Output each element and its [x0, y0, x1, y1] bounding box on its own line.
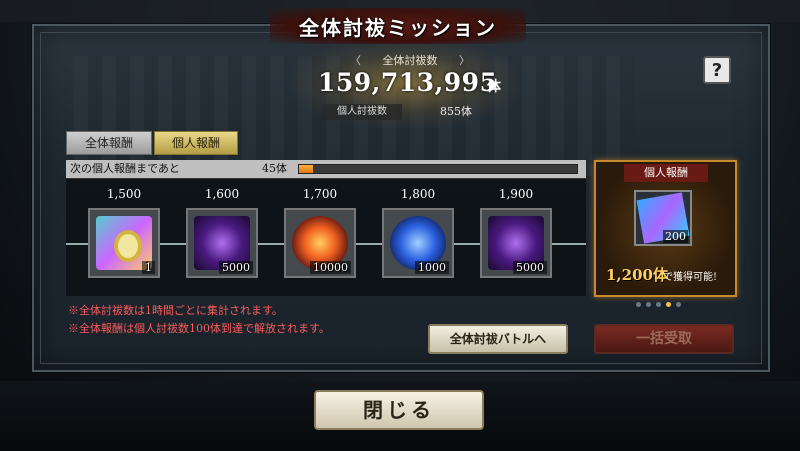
side-reward-count: 1,200体 — [606, 266, 668, 284]
progress-remaining: 45体 — [262, 162, 287, 175]
personal-count-value: 855体 — [440, 105, 472, 118]
total-count-value: 159,713,995 — [318, 68, 498, 97]
reward-qty: 1 — [142, 261, 155, 274]
pagination-dot[interactable] — [636, 302, 641, 307]
pagination-dots — [636, 302, 681, 307]
personal-count-label: 個人討祓数 — [322, 104, 402, 120]
reward-item[interactable]: 1000 — [382, 208, 454, 278]
reward-item[interactable]: 5000 — [480, 208, 552, 278]
total-count-unit: 体 — [487, 79, 501, 95]
side-reward-qty: 200 — [663, 230, 688, 243]
reward-threshold: 1,500 — [106, 187, 142, 201]
note-aggregation: ※全体討祓数は1時間ごとに集計されます。 — [68, 304, 283, 317]
side-reward-suffix: で獲得可能! — [663, 272, 718, 283]
reward-threshold: 1,700 — [302, 187, 338, 201]
reward-item[interactable]: 5000 — [186, 208, 258, 278]
go-to-battle-button[interactable]: 全体討祓バトルへ — [428, 324, 568, 354]
reward-qty: 5000 — [219, 261, 253, 274]
pagination-dot[interactable] — [666, 302, 671, 307]
title-banner: 全体討⁠祓ミッション — [270, 8, 526, 44]
total-count-label: 全体討祓数 — [350, 52, 470, 68]
page-title: 全体討⁠祓ミッション — [299, 15, 497, 40]
close-button[interactable]: 閉じる — [314, 390, 484, 430]
progress-row: 次の個人報酬まであと 45体 — [66, 160, 586, 178]
pagination-dot[interactable] — [676, 302, 681, 307]
tab-all-rewards[interactable]: 全体報酬 — [66, 131, 152, 155]
reward-threshold: 1,600 — [204, 187, 240, 201]
reward-track: 1,500 1 1,600 5000 1,700 10000 1,800 1000 1,900 5… — [66, 178, 586, 296]
pagination-dot[interactable] — [656, 302, 661, 307]
progress-label: 次の個人報酬まであと — [70, 162, 180, 175]
reward-item[interactable]: 10000 — [284, 208, 356, 278]
reward-qty: 5000 — [513, 261, 547, 274]
help-button[interactable]: ? — [703, 56, 731, 84]
reward-qty: 1000 — [415, 261, 449, 274]
progress-bar — [298, 164, 578, 174]
reward-qty: 10000 — [310, 261, 351, 274]
tab-personal-rewards[interactable]: 個人報酬 — [154, 131, 238, 155]
question-icon: ? — [711, 59, 723, 81]
pagination-dot[interactable] — [646, 302, 651, 307]
note-unlock: ※全体報酬は個人討祓数100体到達で解放されます。 — [68, 322, 330, 335]
reward-item[interactable]: 1 — [88, 208, 160, 278]
side-reward-header: 個人報酬 — [624, 164, 708, 182]
receive-all-button[interactable]: 一括受取 — [594, 324, 734, 354]
reward-threshold: 1,800 — [400, 187, 436, 201]
reward-threshold: 1,900 — [498, 187, 534, 201]
side-reward-box[interactable]: 200 — [634, 190, 692, 246]
progress-fill — [299, 165, 313, 173]
next-personal-reward: 個人報酬 200 1,200体 で獲得可能! — [594, 160, 737, 297]
